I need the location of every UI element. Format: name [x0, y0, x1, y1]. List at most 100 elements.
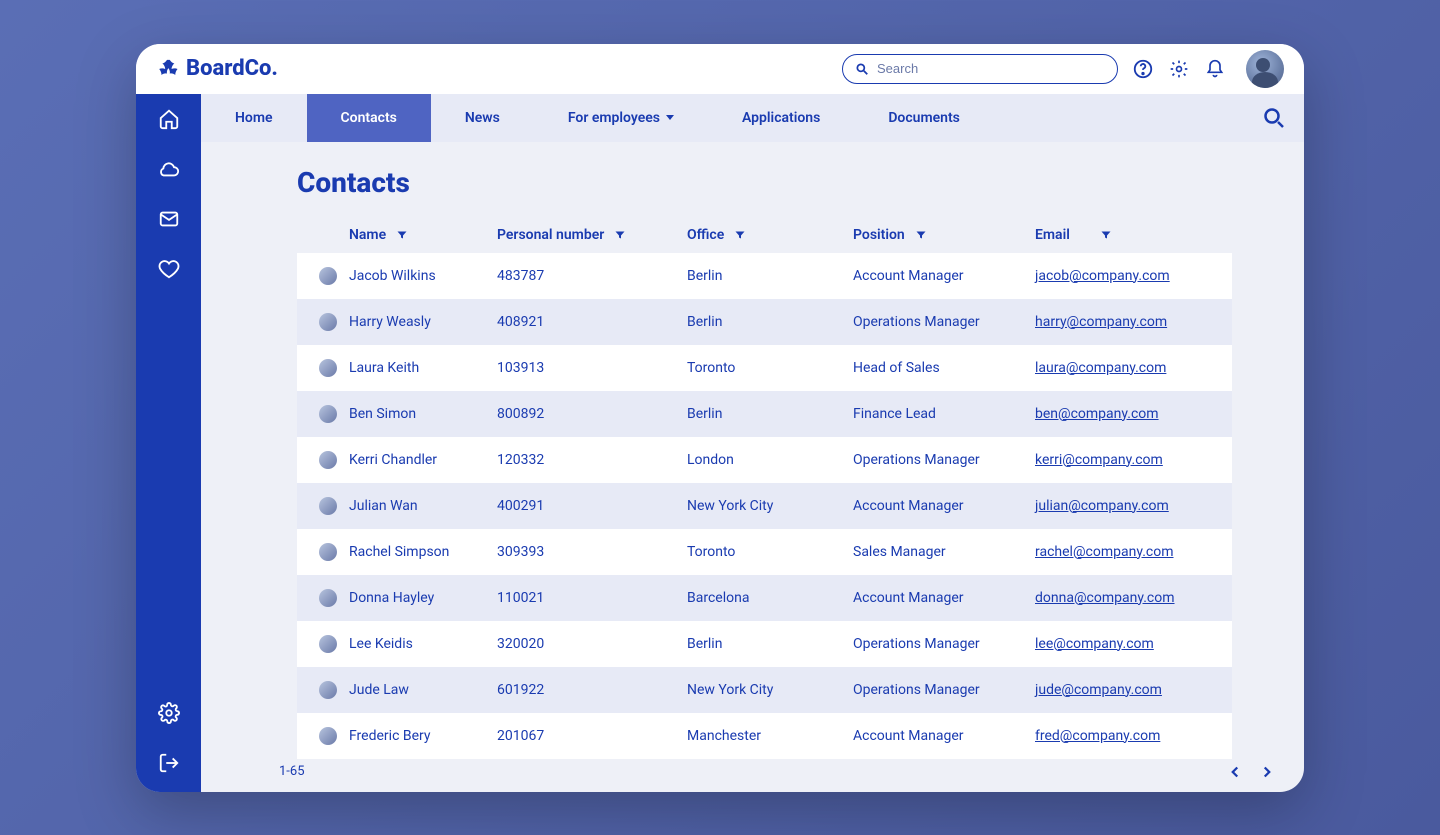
user-avatar[interactable]	[1246, 50, 1284, 88]
col-email[interactable]: Email	[1035, 227, 1210, 243]
tab-label: Contacts	[341, 110, 397, 126]
table-row[interactable]: Ben Simon 800892 Berlin Finance Lead ben…	[297, 391, 1232, 437]
col-office[interactable]: Office	[687, 227, 853, 243]
cloud-icon[interactable]	[158, 158, 180, 180]
cell-personal: 800892	[497, 406, 687, 422]
cell-personal: 110021	[497, 590, 687, 606]
row-avatar	[319, 451, 337, 469]
cell-email[interactable]: laura@company.com	[1035, 360, 1210, 376]
cell-email[interactable]: julian@company.com	[1035, 498, 1210, 514]
table-row[interactable]: Jude Law 601922 New York City Operations…	[297, 667, 1232, 713]
cell-office: Berlin	[687, 268, 853, 284]
table-row[interactable]: Julian Wan 400291 New York City Account …	[297, 483, 1232, 529]
cell-name: Laura Keith	[349, 360, 497, 376]
page-title: Contacts	[297, 166, 1232, 199]
table-row[interactable]: Kerri Chandler 120332 London Operations …	[297, 437, 1232, 483]
cell-personal: 320020	[497, 636, 687, 652]
cell-personal: 201067	[497, 728, 687, 744]
tab-applications[interactable]: Applications	[708, 94, 854, 142]
logo-icon	[156, 58, 178, 80]
cell-position: Operations Manager	[853, 636, 1035, 652]
col-personal[interactable]: Personal number	[497, 227, 687, 243]
tab-for-employees[interactable]: For employees	[534, 94, 708, 142]
cell-office: London	[687, 452, 853, 468]
cell-email[interactable]: kerri@company.com	[1035, 452, 1210, 468]
tab-contacts[interactable]: Contacts	[307, 94, 431, 142]
logo[interactable]: BoardCo.	[156, 56, 278, 81]
table-row[interactable]: Harry Weasly 408921 Berlin Operations Ma…	[297, 299, 1232, 345]
gear-icon[interactable]	[158, 702, 180, 724]
tab-label: Documents	[888, 110, 960, 126]
help-icon[interactable]	[1132, 58, 1154, 80]
tab-news[interactable]: News	[431, 94, 534, 142]
col-label: Office	[687, 227, 724, 243]
cell-name: Lee Keidis	[349, 636, 497, 652]
row-avatar	[319, 543, 337, 561]
next-page-icon[interactable]	[1258, 763, 1276, 781]
cell-office: Barcelona	[687, 590, 853, 606]
table-footer: 1-65	[201, 752, 1304, 792]
heart-icon[interactable]	[158, 258, 180, 280]
cell-name: Julian Wan	[349, 498, 497, 514]
col-position[interactable]: Position	[853, 227, 1035, 243]
cell-position: Account Manager	[853, 590, 1035, 606]
col-label: Name	[349, 227, 386, 243]
cell-office: Toronto	[687, 544, 853, 560]
tab-label: For employees	[568, 110, 660, 126]
content: Contacts Name Personal number	[201, 142, 1304, 748]
table-row[interactable]: Laura Keith 103913 Toronto Head of Sales…	[297, 345, 1232, 391]
bell-icon[interactable]	[1204, 58, 1226, 80]
home-icon[interactable]	[158, 108, 180, 130]
table-row[interactable]: Rachel Simpson 309393 Toronto Sales Mana…	[297, 529, 1232, 575]
cell-name: Jude Law	[349, 682, 497, 698]
col-label: Personal number	[497, 227, 604, 243]
col-name[interactable]: Name	[349, 227, 497, 243]
cell-position: Finance Lead	[853, 406, 1035, 422]
cell-office: Manchester	[687, 728, 853, 744]
cell-position: Operations Manager	[853, 682, 1035, 698]
cell-email[interactable]: fred@company.com	[1035, 728, 1210, 744]
table-row[interactable]: Lee Keidis 320020 Berlin Operations Mana…	[297, 621, 1232, 667]
row-avatar	[319, 359, 337, 377]
cell-email[interactable]: lee@company.com	[1035, 636, 1210, 652]
cell-email[interactable]: jacob@company.com	[1035, 268, 1210, 284]
cell-position: Account Manager	[853, 728, 1035, 744]
logout-icon[interactable]	[158, 752, 180, 774]
prev-page-icon[interactable]	[1226, 763, 1244, 781]
cell-name: Kerri Chandler	[349, 452, 497, 468]
row-avatar	[319, 727, 337, 745]
cell-office: New York City	[687, 498, 853, 514]
filter-icon	[614, 229, 626, 241]
col-label: Email	[1035, 227, 1070, 243]
cell-email[interactable]: jude@company.com	[1035, 682, 1210, 698]
cell-email[interactable]: ben@company.com	[1035, 406, 1210, 422]
cell-personal: 309393	[497, 544, 687, 560]
tab-home[interactable]: Home	[201, 94, 307, 142]
row-avatar	[319, 267, 337, 285]
cell-position: Sales Manager	[853, 544, 1035, 560]
search-input[interactable]	[877, 61, 1105, 76]
row-avatar	[319, 497, 337, 515]
filter-icon	[734, 229, 746, 241]
table-row[interactable]: Jacob Wilkins 483787 Berlin Account Mana…	[297, 253, 1232, 299]
table-row[interactable]: Donna Hayley 110021 Barcelona Account Ma…	[297, 575, 1232, 621]
top-header: BoardCo.	[136, 44, 1304, 94]
tabbar-search-icon[interactable]	[1262, 106, 1286, 130]
cell-email[interactable]: harry@company.com	[1035, 314, 1210, 330]
app-window: BoardCo.	[136, 44, 1304, 792]
settings-icon[interactable]	[1168, 58, 1190, 80]
cell-email[interactable]: rachel@company.com	[1035, 544, 1210, 560]
mail-icon[interactable]	[158, 208, 180, 230]
cell-email[interactable]: donna@company.com	[1035, 590, 1210, 606]
cell-position: Account Manager	[853, 268, 1035, 284]
tab-label: Home	[235, 110, 273, 126]
cell-name: Rachel Simpson	[349, 544, 497, 560]
cell-personal: 120332	[497, 452, 687, 468]
tab-documents[interactable]: Documents	[854, 94, 994, 142]
search-box[interactable]	[842, 54, 1118, 84]
cell-personal: 408921	[497, 314, 687, 330]
row-avatar	[319, 635, 337, 653]
row-avatar	[319, 681, 337, 699]
cell-position: Head of Sales	[853, 360, 1035, 376]
row-avatar	[319, 405, 337, 423]
